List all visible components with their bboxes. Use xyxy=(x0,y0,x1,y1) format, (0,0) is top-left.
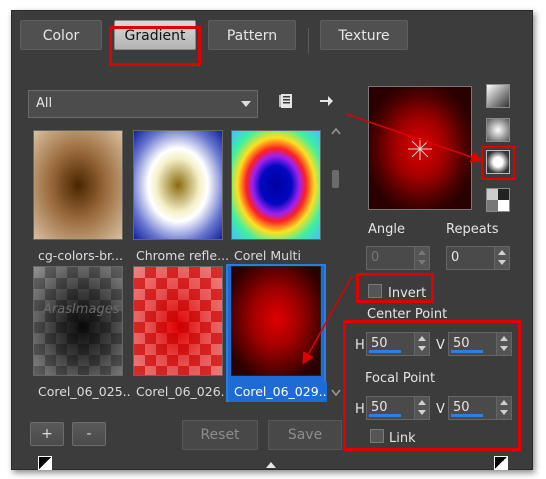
annotation-arrows xyxy=(302,113,483,365)
